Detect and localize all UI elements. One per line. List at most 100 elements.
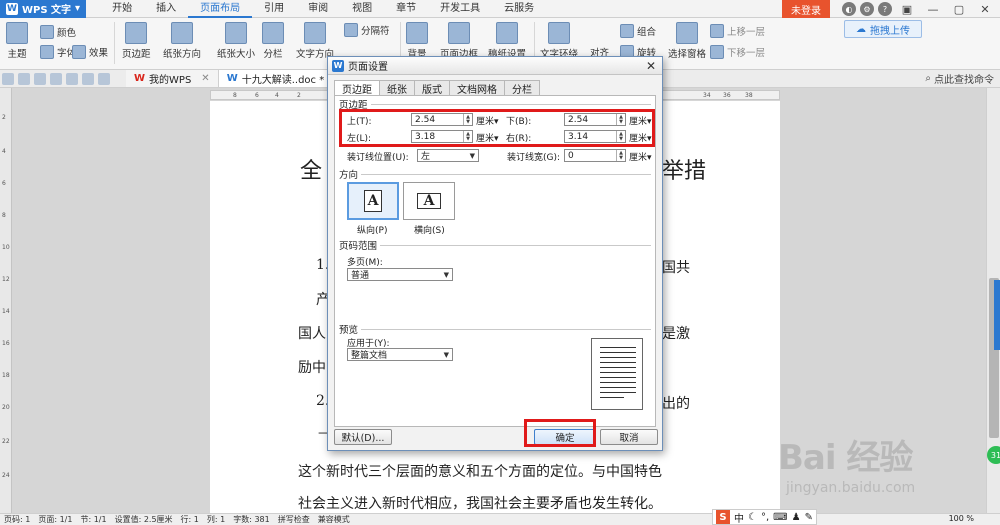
tab-page-layout[interactable]: 页面布局 <box>188 0 253 18</box>
colors-icon <box>40 25 54 39</box>
apply-to-select[interactable]: 整篇文档 ▼ <box>347 348 453 361</box>
command-search[interactable]: ⌕ 点此查找命令 <box>925 71 994 86</box>
print-preview-icon[interactable] <box>66 72 78 85</box>
text-direction-button[interactable]: 文字方向 <box>296 22 334 60</box>
tab-review[interactable]: 审阅 <box>296 0 340 18</box>
settings-icon[interactable]: ⚙ <box>860 2 874 16</box>
print-icon[interactable] <box>50 72 62 85</box>
doc-paragraph-line: 这个新时代三个层面的意义和五个方面的定位。与中国特色 <box>298 464 662 480</box>
status-pages: 页面: 1/1 <box>38 515 73 524</box>
cancel-button[interactable]: 取消 <box>600 429 658 445</box>
moon-icon[interactable]: ☾ <box>748 512 757 523</box>
grid-settings-button[interactable]: 稿纸设置 <box>488 22 526 60</box>
upload-button[interactable]: ☁ 拖拽上传 <box>844 20 922 38</box>
pages-section-label: 页码范围 <box>339 238 381 252</box>
punctuation-icon[interactable]: °, <box>761 512 769 523</box>
portrait-option[interactable]: A <box>347 182 399 220</box>
dialog-close-icon[interactable]: ✕ <box>644 59 658 73</box>
tab-chapter[interactable]: 章节 <box>384 0 428 18</box>
spinner-arrows-icon[interactable]: ▲ ▼ <box>616 150 625 161</box>
vertical-ruler: 2 4 6 8 10 12 14 16 18 20 22 24 <box>0 88 12 513</box>
skin-icon[interactable]: ◐ <box>842 2 856 16</box>
close-icon[interactable]: ✕ <box>201 73 209 84</box>
tools-icon[interactable]: ✎ <box>805 512 813 523</box>
tab-columns[interactable]: 分栏 <box>504 80 540 96</box>
watermark-logo: Bai 经验 <box>778 438 913 478</box>
effects-icon <box>72 45 86 59</box>
help-icon[interactable]: ? <box>878 2 892 16</box>
status-section: 节: 1/1 <box>80 515 107 524</box>
keyboard-icon[interactable]: ⌨ <box>773 512 787 523</box>
app-menu-button[interactable]: W WPS 文字 ▾ <box>0 0 87 18</box>
user-icon[interactable]: ♟ <box>792 512 801 523</box>
notification-badge[interactable]: 31 <box>987 446 1000 464</box>
portrait-icon: A <box>364 190 382 212</box>
landscape-label: 横向(S) <box>414 226 445 236</box>
tab-margins[interactable]: 页边距 <box>334 80 380 96</box>
tab-layout[interactable]: 版式 <box>414 80 450 96</box>
redo-icon[interactable] <box>98 72 110 85</box>
orientation-button[interactable]: 纸张方向 <box>163 22 201 60</box>
landscape-option[interactable]: A <box>403 182 455 220</box>
multiple-pages-select[interactable]: 普通 ▼ <box>347 268 453 281</box>
chevron-down-icon: ▼ <box>443 350 449 359</box>
dialog-title-bar[interactable]: W 页面设置 <box>328 57 662 75</box>
default-button[interactable]: 默认(D)... <box>334 429 392 445</box>
tab-references[interactable]: 引用 <box>252 0 296 18</box>
selection-pane-button[interactable]: 选择窗格 <box>668 22 706 60</box>
ime-mode[interactable]: 中 <box>734 510 744 525</box>
paper-size-button[interactable]: 纸张大小 <box>217 22 255 60</box>
text-direction-icon <box>304 22 326 44</box>
tab-developer[interactable]: 开发工具 <box>428 0 492 18</box>
search-icon: ⌕ <box>925 73 931 84</box>
text-wrap-button[interactable]: 文字环绕 <box>540 22 578 60</box>
close-button[interactable]: ✕ <box>974 0 996 18</box>
undo-icon[interactable] <box>82 72 94 85</box>
highlight-ok-box <box>524 419 596 447</box>
columns-icon <box>262 22 284 44</box>
tab-insert[interactable]: 插入 <box>144 0 188 18</box>
open-icon[interactable] <box>2 72 14 85</box>
login-button[interactable]: 未登录 <box>782 0 830 18</box>
tab-cloud[interactable]: 云服务 <box>492 0 546 18</box>
background-button[interactable]: 背景 <box>406 22 428 60</box>
tab-home[interactable]: 开始 <box>100 0 144 18</box>
status-compat-mode: 兼容模式 <box>317 515 350 524</box>
maximize-button[interactable]: ▢ <box>948 0 970 18</box>
colors-button[interactable]: 颜色 <box>40 25 76 39</box>
save-icon[interactable] <box>18 72 30 85</box>
tab-view[interactable]: 视图 <box>340 0 384 18</box>
export-pdf-icon[interactable] <box>34 72 46 85</box>
theme-button[interactable]: 主题 <box>6 22 28 60</box>
restore-ribbon-icon[interactable]: ▣ <box>896 0 918 18</box>
doc-line-right: 是激 <box>662 326 690 342</box>
status-page-number: 页码: 1 <box>4 515 31 524</box>
status-row: 行: 1 <box>180 515 199 524</box>
zoom-level[interactable]: 100 % <box>949 514 974 523</box>
tab-document[interactable]: W 十九大解读..doc * <box>218 70 334 87</box>
group-button[interactable]: 组合 <box>620 24 656 38</box>
status-word-count[interactable]: 字数: 381 <box>233 514 270 525</box>
ime-toolbar[interactable]: S 中 ☾ °, ⌨ ♟ ✎ <box>712 509 817 525</box>
side-panel-tab[interactable] <box>994 280 1000 350</box>
gutter-position-label: 装订线位置(U): <box>347 153 409 163</box>
gutter-width-unit[interactable]: 厘米▾ <box>629 150 652 163</box>
bring-forward-button[interactable]: 上移一层 <box>710 24 765 38</box>
page-border-button[interactable]: 页面边框 <box>440 22 478 60</box>
breaks-button[interactable]: 分隔符 <box>344 23 390 37</box>
fonts-button[interactable]: 字体 <box>40 45 76 59</box>
baidu-jingyan-watermark: Bai 经验 jingyan.baidu.com <box>778 430 988 510</box>
gutter-position-select[interactable]: 左 ▼ <box>417 149 479 162</box>
bring-forward-icon <box>710 24 724 38</box>
tab-paper[interactable]: 纸张 <box>379 80 415 96</box>
gutter-width-input[interactable]: 0 ▲ ▼ <box>564 149 626 162</box>
minimize-button[interactable]: — <box>922 0 944 18</box>
fonts-icon <box>40 45 54 59</box>
margins-button[interactable]: 页边距 <box>122 22 151 60</box>
send-backward-button[interactable]: 下移一层 <box>710 45 765 59</box>
tab-doc-grid[interactable]: 文档网格 <box>449 80 505 96</box>
columns-button[interactable]: 分栏 <box>262 22 284 60</box>
tab-my-wps[interactable]: W 我的WPS ✕ <box>126 70 219 87</box>
effects-button[interactable]: 效果 <box>72 45 108 59</box>
status-spell-check[interactable]: 拼写检查 <box>278 514 310 525</box>
